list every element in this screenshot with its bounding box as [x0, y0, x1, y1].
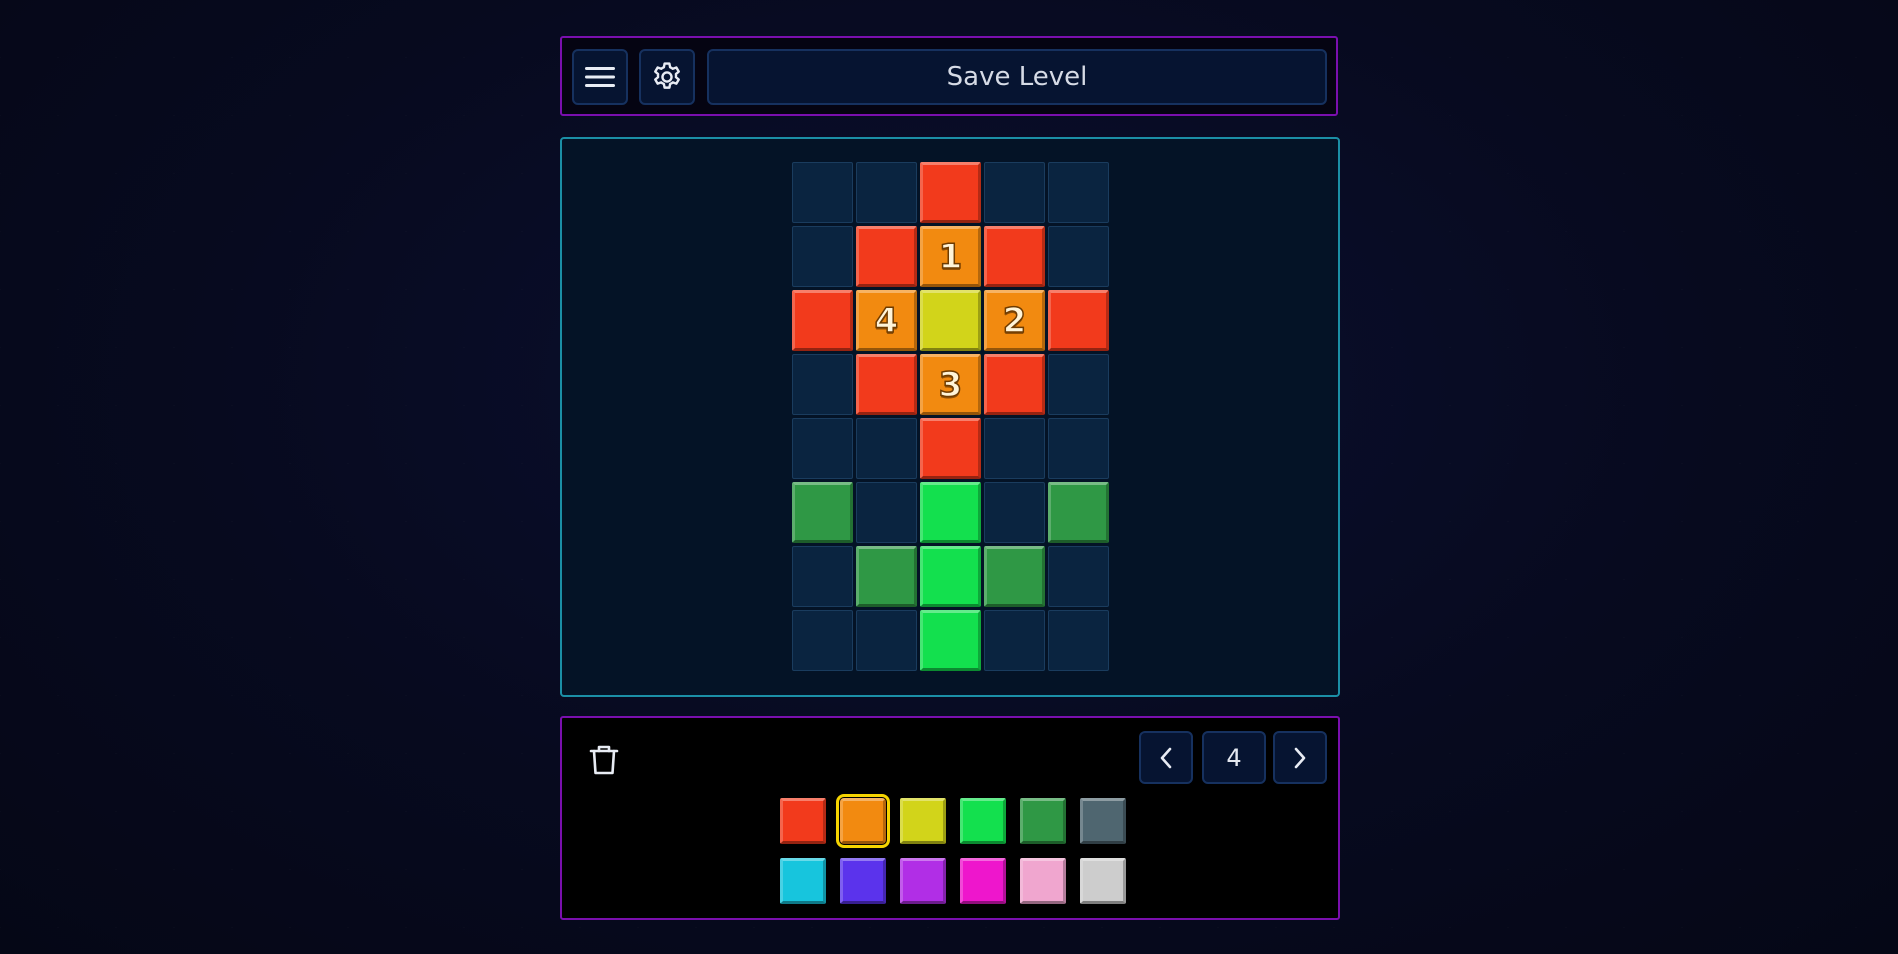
board-cell-empty[interactable] — [792, 226, 853, 287]
palette-swatch-orange[interactable] — [836, 794, 890, 848]
palette-swatch-cyan[interactable] — [780, 858, 826, 904]
palette-swatch-magenta[interactable] — [960, 858, 1006, 904]
board-cell-empty[interactable] — [856, 162, 917, 223]
board-tile-red[interactable] — [920, 418, 981, 479]
palette-swatch-bright-green[interactable] — [960, 798, 1006, 844]
board-cell-empty[interactable] — [792, 610, 853, 671]
board-cell-empty[interactable] — [984, 418, 1045, 479]
board-cell-empty[interactable] — [792, 354, 853, 415]
board-cell-empty[interactable] — [1048, 354, 1109, 415]
board-tile-red[interactable] — [920, 162, 981, 223]
previous-level-button[interactable] — [1139, 731, 1193, 784]
color-palette — [777, 794, 1127, 906]
level-grid: 14 23 — [792, 162, 1112, 674]
board-tile-bright-green[interactable] — [920, 546, 981, 607]
palette-swatch-purple[interactable] — [900, 858, 946, 904]
tile-number: 1 — [938, 236, 963, 278]
trash-icon — [589, 745, 619, 775]
next-level-button[interactable] — [1273, 731, 1327, 784]
palette-swatch-red[interactable] — [780, 798, 826, 844]
board-tile-yellow[interactable] — [920, 290, 981, 351]
board-tile-orange[interactable]: 1 — [920, 226, 981, 287]
board-tile-orange[interactable]: 3 — [920, 354, 981, 415]
board-cell-empty[interactable] — [792, 546, 853, 607]
board-cell-empty[interactable] — [984, 610, 1045, 671]
board-cell-empty[interactable] — [1048, 162, 1109, 223]
board-cell-empty[interactable] — [1048, 610, 1109, 671]
palette-swatch-pink[interactable] — [1020, 858, 1066, 904]
chevron-left-icon — [1160, 747, 1172, 768]
board-tile-dark-green[interactable] — [856, 546, 917, 607]
board-cell-empty[interactable] — [1048, 418, 1109, 479]
board-tile-bright-green[interactable] — [920, 482, 981, 543]
editor-controls-panel: 4 — [560, 716, 1340, 920]
hamburger-menu-icon — [585, 67, 615, 87]
clear-board-button[interactable] — [584, 740, 624, 780]
board-tile-dark-green[interactable] — [984, 546, 1045, 607]
top-toolbar: Save Level — [560, 36, 1338, 116]
save-level-button[interactable]: Save Level — [707, 49, 1327, 105]
board-panel: 14 23 — [560, 137, 1340, 697]
chevron-right-icon — [1294, 747, 1306, 768]
palette-swatch-dark-green[interactable] — [1020, 798, 1066, 844]
board-cell-empty[interactable] — [856, 482, 917, 543]
board-cell-empty[interactable] — [856, 418, 917, 479]
tile-number: 4 — [874, 300, 899, 342]
palette-swatch-slate[interactable] — [1080, 798, 1126, 844]
board-tile-red[interactable] — [792, 290, 853, 351]
board-tile-orange[interactable]: 4 — [856, 290, 917, 351]
board-tile-red[interactable] — [984, 226, 1045, 287]
board-tile-red[interactable] — [984, 354, 1045, 415]
board-cell-empty[interactable] — [984, 482, 1045, 543]
tile-number: 2 — [1002, 300, 1027, 342]
board-cell-empty[interactable] — [1048, 546, 1109, 607]
board-tile-red[interactable] — [856, 226, 917, 287]
board-cell-empty[interactable] — [1048, 226, 1109, 287]
board-tile-bright-green[interactable] — [920, 610, 981, 671]
palette-swatch-blue-violet[interactable] — [840, 858, 886, 904]
level-number: 4 — [1202, 731, 1266, 784]
board-cell-empty[interactable] — [792, 418, 853, 479]
tile-number: 3 — [938, 364, 963, 406]
board-tile-dark-green[interactable] — [792, 482, 853, 543]
board-tile-orange[interactable]: 2 — [984, 290, 1045, 351]
settings-button[interactable] — [639, 49, 695, 105]
menu-button[interactable] — [572, 49, 628, 105]
board-cell-empty[interactable] — [856, 610, 917, 671]
board-cell-empty[interactable] — [984, 162, 1045, 223]
palette-swatch-yellow[interactable] — [900, 798, 946, 844]
palette-swatch-silver[interactable] — [1080, 858, 1126, 904]
board-tile-dark-green[interactable] — [1048, 482, 1109, 543]
board-tile-red[interactable] — [1048, 290, 1109, 351]
board-tile-red[interactable] — [856, 354, 917, 415]
gear-icon — [654, 62, 680, 89]
board-cell-empty[interactable] — [792, 162, 853, 223]
